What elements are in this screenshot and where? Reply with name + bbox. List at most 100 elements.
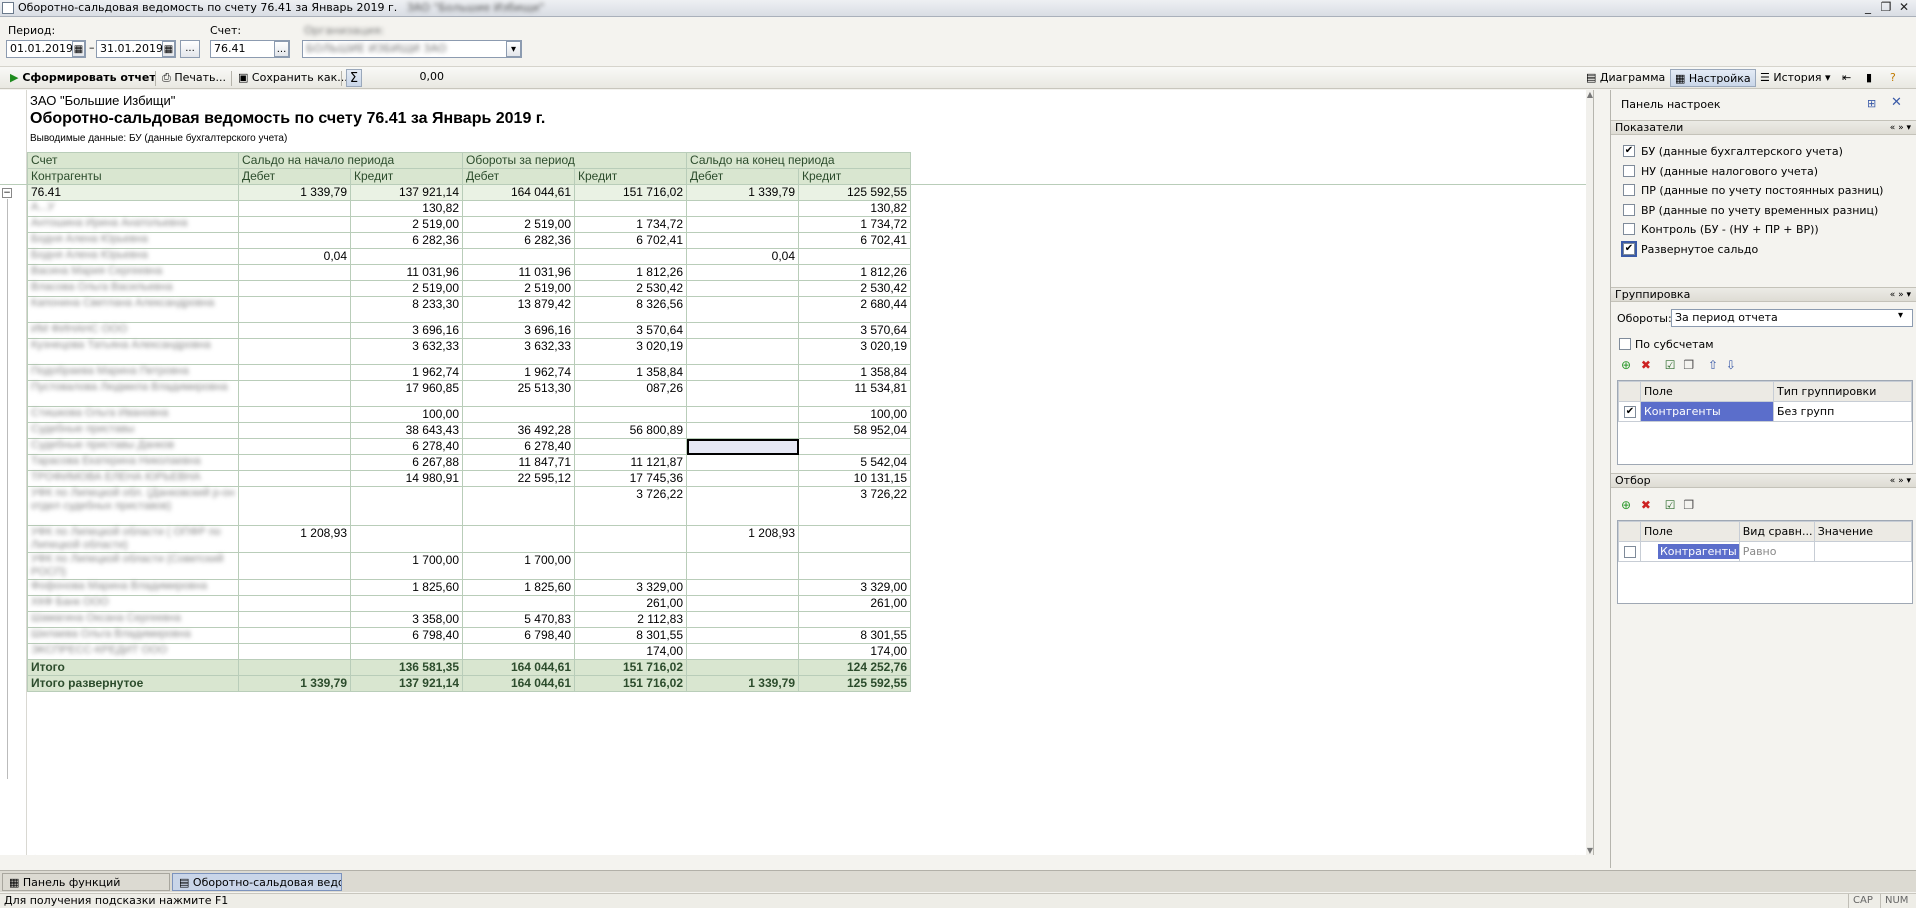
amount-cell[interactable]: 1 825,60 [462, 579, 575, 596]
amount-cell[interactable] [238, 486, 351, 526]
panel-layout-icon[interactable]: ⊞ [1867, 97, 1876, 110]
chevron-down-icon[interactable]: ▾ [1898, 310, 1903, 321]
table-row[interactable]: ТРОФИМОВА ЕЛЕНА ЮРЬЕВНА 14 980,91 22 595,1… [27, 470, 912, 487]
amount-cell[interactable]: 3 570,64 [798, 322, 912, 339]
amount-cell[interactable]: 3 570,64 [573, 322, 688, 339]
amount-cell[interactable]: 2 530,42 [798, 280, 912, 297]
move-up-icon[interactable]: ⇧ [1708, 358, 1718, 372]
amount-cell[interactable]: 100,00 [798, 406, 912, 423]
table-row[interactable]: ИМ ФИНАНС ООО 3 696,16 3 696,16 3 570,64 3 5… [27, 322, 912, 339]
counterparty-name[interactable]: Судебные приставы Данков [27, 438, 239, 455]
counterparty-name[interactable]: Пустовалова Людмила Владимировна [27, 380, 239, 407]
amount-cell[interactable]: 6 798,40 [462, 627, 575, 644]
header-debit-credit[interactable]: Дебет [462, 168, 575, 185]
amount-cell[interactable] [462, 486, 575, 526]
help-icon[interactable]: ? [1886, 69, 1900, 87]
amount-cell[interactable]: 6 278,40 [462, 438, 575, 455]
table-row[interactable]: ХКФ Банк ООО 261,00 261,00 [27, 595, 912, 612]
counterparty-name[interactable]: ИМ ФИНАНС ООО [27, 322, 239, 339]
counterparty-name[interactable]: УФК по Липецкой области ( ОПФР по Липецк… [27, 525, 239, 553]
amount-cell[interactable] [686, 595, 800, 612]
amount-cell[interactable] [238, 470, 351, 487]
amount-cell[interactable] [238, 643, 351, 660]
amount-cell[interactable] [686, 470, 800, 487]
amount-cell[interactable]: 17 960,85 [350, 380, 463, 407]
indicator-row[interactable]: ✔ Развернутое сальдо [1621, 240, 1911, 258]
delete-icon[interactable]: ✖ [1641, 498, 1651, 512]
amount-cell[interactable] [686, 200, 800, 217]
indicator-row[interactable]: ✔ БУ (данные бухгалтерского учета) [1621, 144, 1911, 160]
header-account[interactable]: Счет [27, 152, 239, 169]
amount-cell[interactable]: 1 812,26 [798, 264, 912, 281]
amount-cell[interactable]: 3 329,00 [573, 579, 688, 596]
header-debit-credit[interactable]: Дебет [238, 168, 351, 185]
counterparty-name[interactable]: Тарасова Екатерина Николаевна [27, 454, 239, 471]
table-row[interactable]: УФК по Липецкой области (Советский РОСП)… [27, 552, 912, 580]
amount-cell[interactable]: 5 470,83 [462, 611, 575, 628]
table-row[interactable]: Васина Мария Сергеевна 11 031,96 11 031,96… [27, 264, 912, 281]
amount-cell[interactable]: 1 734,72 [573, 216, 688, 233]
amount-cell[interactable]: 8 301,55 [798, 627, 912, 644]
amount-cell[interactable]: 174,00 [573, 643, 688, 660]
amount-cell[interactable]: 1 825,60 [350, 579, 463, 596]
amount-cell[interactable] [462, 595, 575, 612]
amount-cell[interactable]: 2 519,00 [462, 280, 575, 297]
table-row[interactable]: Судебные приставы Данков 6 278,40 6 278,40 [27, 438, 912, 455]
amount-cell[interactable] [238, 406, 351, 423]
amount-cell[interactable] [350, 486, 463, 526]
amount-cell[interactable] [238, 232, 351, 249]
amount-cell[interactable]: 25 513,30 [462, 380, 575, 407]
amount-cell[interactable] [686, 422, 800, 439]
copy-icon[interactable]: ❐ [1683, 498, 1694, 512]
counterparty-name[interactable]: Стишкова Ольга Ивановна [27, 406, 239, 423]
header-debit-credit[interactable]: Кредит [573, 168, 688, 185]
total-amount[interactable] [238, 659, 351, 676]
filter-row-field[interactable]: Контрагенты [1640, 541, 1740, 562]
amount-cell[interactable]: 174,00 [798, 643, 912, 660]
amount-cell[interactable]: 3 020,19 [573, 338, 688, 365]
header-group[interactable]: Обороты за период [461, 152, 688, 169]
amount-cell[interactable]: 11 534,81 [798, 380, 912, 407]
amount-cell[interactable]: 17 745,36 [573, 470, 688, 487]
add-icon[interactable]: ⊕ [1621, 358, 1631, 372]
amount-cell[interactable] [238, 200, 351, 217]
amount-cell[interactable] [462, 525, 575, 553]
amount-cell[interactable]: 11 031,96 [350, 264, 463, 281]
history-button[interactable]: ☰ История ▾ [1756, 69, 1835, 87]
amount-cell[interactable]: 3 358,00 [350, 611, 463, 628]
amount-cell[interactable] [798, 525, 912, 553]
indicator-checkbox[interactable]: ✔ [1621, 240, 1637, 257]
total-amount[interactable] [686, 659, 800, 676]
amount-cell[interactable]: 2 519,00 [350, 216, 463, 233]
amount-cell[interactable] [686, 296, 800, 323]
filter-row-value[interactable] [1813, 541, 1913, 562]
account-select-button[interactable]: ... [274, 41, 289, 57]
amount-cell[interactable] [350, 595, 463, 612]
table-row[interactable]: УФК по Липецкой области ( ОПФР по Липецк… [27, 525, 912, 553]
amount-cell[interactable]: 087,26 [573, 380, 688, 407]
counterparty-name[interactable]: Васина Мария Сергеевна [27, 264, 239, 281]
organization-input[interactable]: БОЛЬШИЕ ИЗБИЩИ ЗАО [302, 40, 522, 58]
amount-cell[interactable]: 0,04 [238, 248, 351, 265]
total-amount[interactable]: 125 592,55 [798, 675, 912, 692]
amount-cell[interactable]: 1 358,84 [573, 364, 688, 381]
amount-cell[interactable]: 38 643,43 [350, 422, 463, 439]
amount-cell[interactable]: 1 812,26 [573, 264, 688, 281]
check-all-icon[interactable]: ☑ [1665, 498, 1676, 512]
amount-cell[interactable] [238, 595, 351, 612]
amount-cell[interactable] [686, 322, 800, 339]
indicator-checkbox[interactable] [1623, 203, 1635, 216]
amount-cell[interactable]: 8 326,56 [573, 296, 688, 323]
print-button[interactable]: ⎙ Печать... [158, 69, 230, 87]
amount-cell[interactable] [573, 438, 688, 455]
taskbar-item-report[interactable]: ▤ Оборотно-сальдовая ведом... [172, 873, 342, 891]
amount-cell[interactable]: 130,82 [798, 200, 912, 217]
counterparty-name[interactable]: Шилаева Ольга Владимировна [27, 627, 239, 644]
total-amount[interactable]: 151 716,02 [573, 675, 688, 692]
amount-cell[interactable]: 3 632,33 [462, 338, 575, 365]
amount-cell[interactable] [573, 525, 688, 553]
table-row[interactable]: Капонина Светлана Александровна 8 233,30 1… [27, 296, 912, 323]
amount-cell[interactable] [573, 248, 688, 265]
total-amount[interactable]: 151 716,02 [573, 659, 688, 676]
amount-cell[interactable] [686, 216, 800, 233]
